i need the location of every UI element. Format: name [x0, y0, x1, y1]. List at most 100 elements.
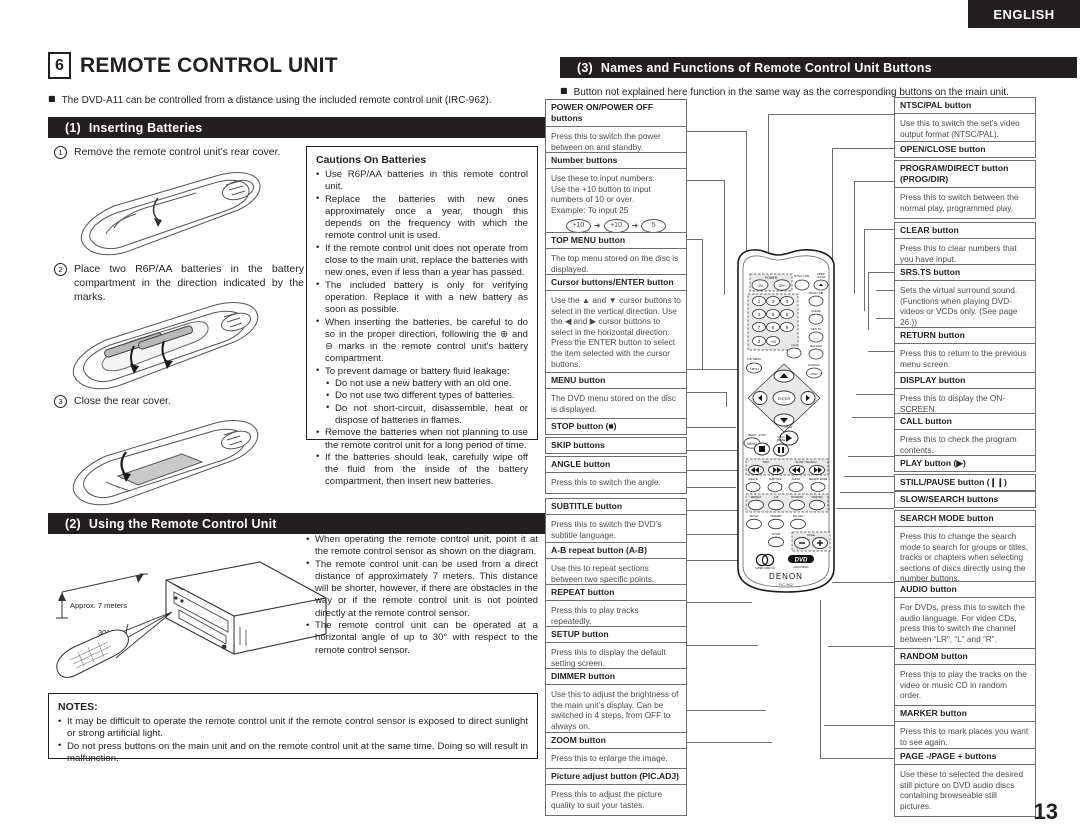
svg-text:PAGE: PAGE: [807, 533, 815, 537]
step-1: 1 Remove the remote control unit’s rear …: [54, 145, 304, 159]
svg-text:SUPER AUDIO CD: SUPER AUDIO CD: [755, 567, 775, 570]
svg-text:CALL: CALL: [791, 343, 798, 347]
callout-heading: STILL/PAUSE button (❙❙): [894, 474, 1036, 491]
callout-heading: PAGE -/PAGE + buttons: [894, 748, 1036, 765]
callout-random-button: RANDOM button Press this to play the tra…: [894, 648, 1036, 707]
svg-text:STOP: STOP: [758, 433, 766, 437]
leader-line: [686, 239, 702, 240]
leader-line: [864, 229, 865, 311]
svg-text:DIMMER: DIMMER: [771, 514, 782, 518]
leader-line: [686, 180, 724, 181]
callout-heading: CLEAR button: [894, 222, 1036, 239]
section-number-1: (1): [65, 120, 81, 135]
leader-line: [686, 710, 766, 711]
cautions-title: Cautions On Batteries: [316, 154, 427, 166]
arrow-right-icon: ➜: [631, 221, 639, 231]
callout-body: Press this to return to the previous men…: [894, 344, 1036, 376]
leader-line: [686, 131, 746, 132]
svg-text:SRS.TS: SRS.TS: [811, 327, 821, 331]
leader-line: [876, 318, 894, 319]
callout-stop-button: STOP button (■): [545, 418, 687, 435]
callout-repeat-button: REPEAT button Press this to play tracks …: [545, 584, 687, 633]
svg-text:ZOOM: ZOOM: [772, 532, 781, 536]
section-title-2: Using the Remote Control Unit: [88, 516, 277, 531]
callout-heading: PLAY button (▶): [894, 455, 1036, 472]
callout-heading: RANDOM button: [894, 648, 1036, 665]
leader-line: [852, 417, 894, 418]
svg-text:SKIP: SKIP: [763, 460, 770, 464]
svg-text:PAUSE: PAUSE: [777, 439, 786, 442]
callout-body: Press this to enlarge the image.: [545, 749, 687, 770]
callout-heading: MARKER button: [894, 705, 1036, 722]
svg-text:SUBTITLE: SUBTITLE: [769, 477, 782, 481]
callout-heading: DISPLAY button: [894, 372, 1036, 389]
section-number-3: (3): [577, 60, 593, 75]
caution-item: Replace the batteries with new ones appr…: [316, 193, 528, 243]
section-number-2: (2): [65, 516, 81, 531]
note-item: Do not press buttons on the main unit an…: [58, 740, 528, 766]
svg-text:AUDIO: AUDIO: [792, 477, 801, 481]
callout-heading: POWER ON/POWER OFF buttons: [545, 99, 687, 127]
leader-line: [868, 272, 869, 330]
chapter-title: REMOTE CONTROL UNIT: [80, 53, 338, 77]
callout-zoom-button: ZOOM button Press this to enlarge the im…: [545, 732, 687, 770]
section-heading-names-functions: (3) Names and Functions of Remote Contro…: [560, 57, 1077, 78]
caution-item: Remove the batteries when not planning t…: [316, 427, 528, 452]
caution-item: The included battery is only for verifyi…: [316, 279, 528, 317]
callout-body: Use these to selected the desired still …: [894, 765, 1036, 818]
callout-play-button: PLAY button (▶): [894, 455, 1036, 472]
callout-heading: SUBTITLE button: [545, 498, 687, 515]
callout-still-pause-button: STILL/PAUSE button (❙❙): [894, 474, 1036, 491]
callout-body: Sets the virtual surround sound. (Functi…: [894, 281, 1036, 334]
callout-heading: REPEAT button: [545, 584, 687, 601]
callout-heading: TOP MENU button: [545, 232, 687, 249]
illustration-remote-rear-cover: [66, 168, 281, 260]
svg-text:SLOW / SEARCH: SLOW / SEARCH: [795, 460, 816, 464]
chapter-number: 6: [48, 52, 71, 79]
svg-text:PIC.ADJ: PIC.ADJ: [793, 514, 804, 518]
svg-text:CLEAR: CLEAR: [811, 309, 820, 313]
callout-ab-repeat-button: A-B repeat button (A-B) Use this to repe…: [545, 542, 687, 591]
svg-text:PLAY: PLAY: [785, 425, 792, 429]
caution-subitem: Do not use a new battery with an old one…: [316, 378, 528, 391]
callout-body: For DVDs, press this to switch the audio…: [894, 598, 1036, 651]
svg-text:RETURN: RETURN: [810, 344, 822, 348]
step-1-number: 1: [54, 146, 67, 159]
leader-line: [686, 645, 758, 646]
leader-line: [868, 351, 894, 352]
svg-text:+10: +10: [770, 340, 776, 344]
callout-heading: SRS.TS button: [894, 264, 1036, 281]
arrow-right-icon: ➜: [593, 221, 601, 231]
caution-item: Use R6P/AA batteries in this remote cont…: [316, 169, 528, 194]
svg-text:DENON: DENON: [769, 572, 803, 581]
leader-line: [768, 114, 894, 115]
callout-setup-button: SETUP button Press this to display the d…: [545, 626, 687, 675]
using-remote-bullets: When operating the remote control unit, …: [306, 534, 538, 657]
callout-heading: Number buttons: [545, 152, 687, 169]
callout-body: Use this to adjust the brightness of the…: [545, 685, 687, 738]
callout-heading: SETUP button: [545, 626, 687, 643]
callout-body: Use the ▲ and ▼ cursor buttons to select…: [545, 291, 687, 376]
svg-text:PROG / DIR: PROG / DIR: [809, 291, 824, 295]
leader-line: [702, 239, 703, 369]
callout-heading: ANGLE button: [545, 456, 687, 473]
callout-ntsc-pal-button: NTSC/PAL button Use this to switch the s…: [894, 97, 1036, 146]
leader-line: [864, 229, 894, 230]
page-number: 13: [1033, 799, 1058, 824]
callout-audio-button: AUDIO button For DVDs, press this to swi…: [894, 581, 1036, 651]
callout-heading: SEARCH MODE button: [894, 510, 1036, 527]
step-3: 3 Close the rear cover.: [54, 394, 304, 408]
language-tab: ENGLISH: [968, 0, 1080, 28]
svg-text:NTSC / PAL: NTSC / PAL: [794, 274, 810, 278]
section-heading-using-remote: (2) Using the Remote Control Unit: [48, 513, 555, 534]
leader-line: [820, 600, 821, 758]
leader-line: [848, 456, 894, 457]
callout-heading: SKIP buttons: [545, 437, 687, 454]
caution-subitem: Do not use two different types of batter…: [316, 390, 528, 403]
using-bullet: The remote control unit can be used from…: [306, 558, 538, 620]
callout-heading: RETURN button: [894, 327, 1036, 344]
svg-text:CLOSE: CLOSE: [817, 275, 826, 279]
svg-text:RC-962: RC-962: [779, 582, 794, 587]
leader-line: [820, 758, 894, 759]
svg-text:ON: ON: [757, 284, 763, 288]
